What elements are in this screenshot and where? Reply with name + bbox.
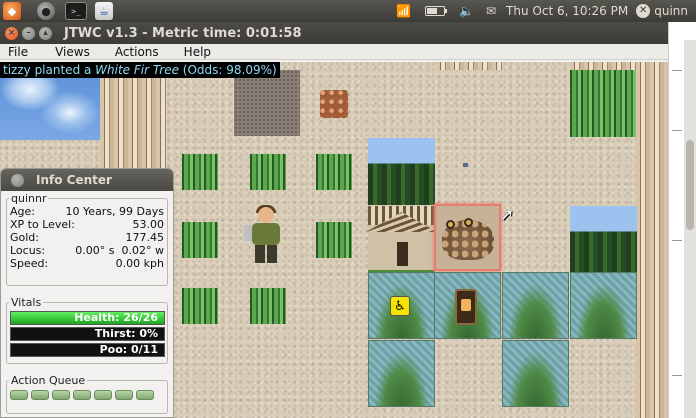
outhouse-tile[interactable] bbox=[366, 206, 437, 273]
stat-label: Locus: bbox=[10, 244, 46, 257]
minimize-button[interactable]: – bbox=[22, 26, 35, 40]
pine-tile[interactable] bbox=[368, 340, 435, 407]
health-bar-label: Health: 26/26 bbox=[74, 311, 158, 324]
status-message: tizzy planted a White Fir Tree (Odds: 98… bbox=[0, 62, 280, 78]
stat-row-xp: XP to Level: 53.00 bbox=[7, 218, 167, 231]
applications-menu-icon[interactable]: ◆ bbox=[3, 2, 21, 20]
vitals-group: Vitals Health: 26/26 Thirst: 0% Poo: 0/1… bbox=[6, 296, 168, 364]
pine-tile[interactable] bbox=[502, 272, 569, 339]
mail-icon[interactable]: ✉ bbox=[486, 4, 496, 18]
forest-tile[interactable] bbox=[368, 138, 435, 205]
background-divider bbox=[672, 375, 682, 376]
woodpile-icon[interactable] bbox=[320, 90, 348, 118]
stat-value: 53.00 bbox=[132, 218, 165, 231]
action-queue-slot[interactable] bbox=[10, 390, 28, 400]
player-group-label: quinnr bbox=[11, 192, 47, 205]
stat-row-gold: Gold: 177.45 bbox=[7, 231, 167, 244]
bamboo-tile[interactable] bbox=[250, 154, 286, 190]
player-stats-group: quinnr Age: 10 Years, 99 Days XP to Leve… bbox=[6, 192, 168, 286]
stat-value: 10 Years, 99 Days bbox=[65, 205, 164, 218]
menu-bar: File Views Actions Help bbox=[0, 44, 668, 60]
battery-icon[interactable] bbox=[425, 6, 448, 16]
clock[interactable]: Thu Oct 6, 10:26 PM bbox=[506, 4, 628, 18]
thirst-bar-label: Thirst: 0% bbox=[94, 327, 158, 340]
bamboo-tile[interactable] bbox=[182, 222, 218, 258]
stat-row-locus: Locus: 0.00° s 0.02° w bbox=[7, 244, 167, 257]
toad-tile[interactable] bbox=[434, 204, 501, 271]
info-center-panel: Info Center quinnr Age: 10 Years, 99 Day… bbox=[0, 168, 174, 418]
poo-bar: Poo: 0/11 bbox=[10, 343, 165, 357]
action-queue-group: Action Queue bbox=[6, 374, 168, 414]
java-launcher-icon[interactable]: ☕ bbox=[95, 2, 113, 20]
action-queue-slot[interactable] bbox=[136, 390, 154, 400]
message-odds: (Odds: 98.09%) bbox=[178, 63, 277, 77]
menu-views[interactable]: Views bbox=[55, 45, 90, 59]
forest-tile[interactable] bbox=[570, 206, 637, 273]
action-queue-slot[interactable] bbox=[31, 390, 49, 400]
gravel-tile[interactable] bbox=[234, 70, 300, 136]
stat-row-age: Age: 10 Years, 99 Days bbox=[7, 205, 167, 218]
message-item: White Fir Tree bbox=[95, 63, 179, 77]
action-queue-slot[interactable] bbox=[115, 390, 133, 400]
info-center-title: Info Center bbox=[36, 173, 112, 187]
info-center-close-icon[interactable] bbox=[11, 173, 24, 187]
mouse-cursor-icon: ➚ bbox=[500, 205, 515, 225]
message-player: tizzy bbox=[3, 63, 31, 77]
stat-label: Age: bbox=[10, 205, 35, 218]
action-queue-slots bbox=[10, 390, 167, 400]
info-center-header[interactable]: Info Center bbox=[1, 169, 173, 191]
pine-tile[interactable] bbox=[570, 272, 637, 339]
action-queue-label: Action Queue bbox=[11, 374, 86, 387]
stat-value: 177.45 bbox=[125, 231, 165, 244]
bamboo-tile[interactable] bbox=[182, 288, 218, 324]
stat-value: 0.00° s 0.02° w bbox=[75, 244, 164, 257]
bamboo-tile[interactable] bbox=[316, 222, 352, 258]
thirst-bar: Thirst: 0% bbox=[10, 327, 165, 341]
vitals-label: Vitals bbox=[11, 296, 42, 309]
stat-row-speed: Speed: 0.00 kph bbox=[7, 257, 167, 270]
pine-tile[interactable] bbox=[502, 340, 569, 407]
wifi-icon[interactable]: 📶 bbox=[396, 4, 411, 18]
background-divider bbox=[672, 130, 682, 131]
window-title: JTWC v1.3 - Metric time: 0:01:58 bbox=[64, 25, 302, 41]
bamboo-tile[interactable] bbox=[250, 288, 286, 324]
health-bar: Health: 26/26 bbox=[10, 311, 165, 325]
action-queue-slot[interactable] bbox=[52, 390, 70, 400]
volume-icon[interactable]: 🔈 bbox=[459, 4, 474, 18]
accessibility-icon[interactable]: ♿ bbox=[390, 296, 410, 316]
battery-level bbox=[427, 8, 437, 14]
stat-label: Speed: bbox=[10, 257, 49, 270]
item-marker[interactable] bbox=[463, 163, 468, 167]
menu-actions[interactable]: Actions bbox=[115, 45, 159, 59]
background-divider bbox=[672, 240, 682, 241]
user-icon[interactable]: ✕ bbox=[636, 4, 651, 18]
bark-tile[interactable] bbox=[570, 62, 636, 70]
player-character[interactable] bbox=[244, 205, 288, 267]
close-button[interactable]: × bbox=[5, 26, 18, 40]
background-divider bbox=[672, 70, 682, 71]
background-scroll-thumb[interactable] bbox=[686, 140, 694, 230]
stat-value: 0.00 kph bbox=[115, 257, 164, 270]
bark-tile[interactable] bbox=[100, 140, 166, 170]
window-titlebar[interactable]: × – ▴ JTWC v1.3 - Metric time: 0:01:58 bbox=[0, 22, 668, 44]
bark-tile[interactable] bbox=[436, 62, 502, 70]
action-queue-slot[interactable] bbox=[73, 390, 91, 400]
menu-file[interactable]: File bbox=[8, 45, 28, 59]
terminal-launcher-icon[interactable]: >_ bbox=[65, 2, 87, 20]
maximize-button[interactable]: ▴ bbox=[39, 26, 52, 40]
action-queue-slot[interactable] bbox=[94, 390, 112, 400]
stat-label: Gold: bbox=[10, 231, 39, 244]
bamboo-tile[interactable] bbox=[316, 154, 352, 190]
menu-help[interactable]: Help bbox=[184, 45, 211, 59]
bamboo-tile[interactable] bbox=[570, 70, 637, 137]
bark-tile[interactable] bbox=[636, 62, 668, 418]
poo-bar-label: Poo: 0/11 bbox=[99, 343, 158, 356]
bamboo-tile[interactable] bbox=[182, 154, 218, 190]
top-panel: ◆ ● >_ ☕ 📶 🔈 ✉ Thu Oct 6, 10:26 PM ✕ qui… bbox=[0, 0, 696, 22]
door-icon[interactable] bbox=[455, 289, 477, 325]
stat-label: XP to Level: bbox=[10, 218, 75, 231]
message-action: planted a bbox=[30, 63, 96, 77]
user-name[interactable]: quinn bbox=[654, 4, 688, 18]
system-menu-icon[interactable]: ● bbox=[37, 2, 55, 20]
